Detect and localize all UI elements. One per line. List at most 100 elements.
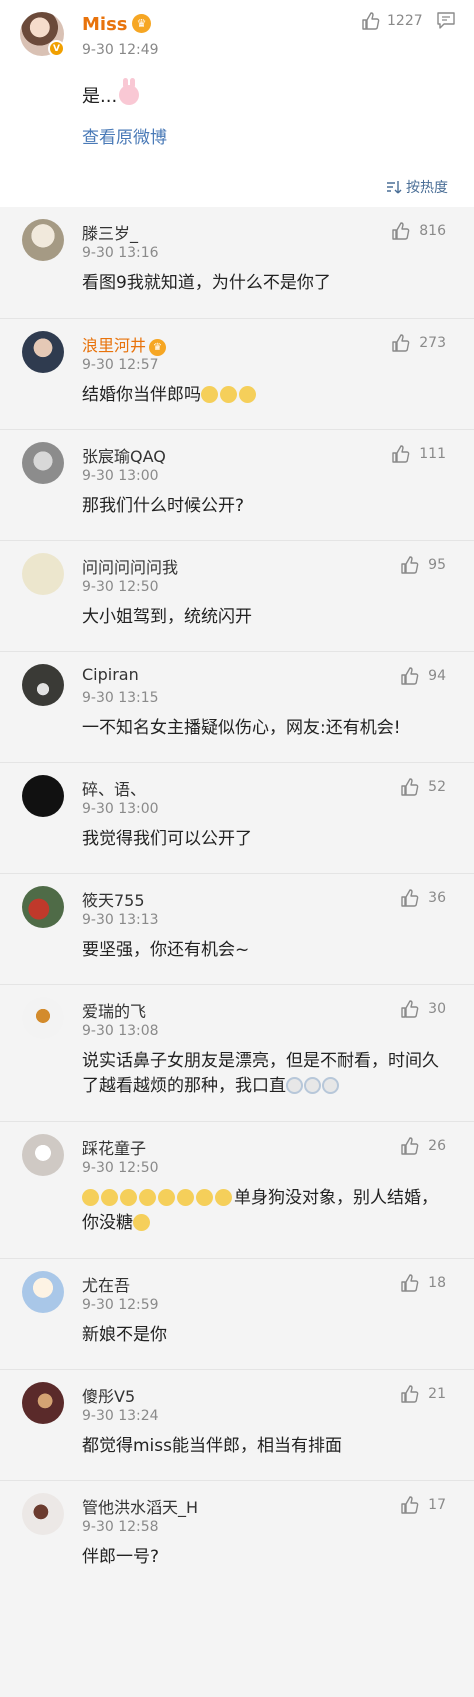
cat-emoji-icon	[120, 1189, 137, 1206]
commenter-name[interactable]: 踩花童子	[82, 1135, 146, 1159]
post-text-content: 是...	[82, 86, 118, 107]
comment-like-button[interactable]: 52	[400, 777, 446, 797]
comment-like-count: 26	[428, 1138, 446, 1154]
comment-like-button[interactable]: 18	[400, 1273, 446, 1293]
commenter-avatar[interactable]	[22, 886, 64, 928]
comment-like-count: 816	[419, 223, 446, 239]
comment-like-button[interactable]: 26	[400, 1136, 446, 1156]
commenter-avatar[interactable]	[22, 1382, 64, 1424]
commenter-avatar[interactable]	[22, 1134, 64, 1176]
commenter-avatar[interactable]	[22, 553, 64, 595]
commenter-name[interactable]: 浪里河井 ♛	[82, 332, 167, 356]
comment-time: 9-30 13:15	[82, 690, 159, 706]
comment-like-button[interactable]: 21	[400, 1384, 446, 1404]
crying-emoji-icon	[304, 1077, 321, 1094]
crown-icon: ♛	[132, 14, 151, 33]
comment-item: 尤在吾 9-30 12:59 18 新娘不是你	[0, 1258, 474, 1369]
comment-text-content: 结婚你当伴郎吗	[82, 385, 201, 405]
commenter-avatar[interactable]	[22, 1271, 64, 1313]
comment-time: 9-30 13:24	[82, 1408, 159, 1424]
comment-like-button[interactable]: 36	[400, 888, 446, 908]
commenter-avatar[interactable]	[22, 1493, 64, 1535]
comment-like-count: 17	[428, 1497, 446, 1513]
comment-like-button[interactable]: 17	[400, 1495, 446, 1515]
comment-like-count: 111	[419, 446, 446, 462]
comment-time: 9-30 13:00	[82, 468, 159, 484]
comment-time: 9-30 12:57	[82, 357, 159, 373]
cat-emoji-icon	[239, 386, 256, 403]
commenter-name[interactable]: 管他洪水滔天_H	[82, 1494, 198, 1518]
post-text: 是...	[82, 78, 140, 108]
commenter-avatar[interactable]	[22, 219, 64, 261]
commenter-name[interactable]: 问问问问问我	[82, 554, 178, 578]
commenter-name[interactable]: Cipiran	[82, 665, 139, 684]
comment-text: 单身狗没对象，别人结婚，你没糖	[82, 1186, 452, 1236]
commenter-name-text: 浪里河井	[82, 336, 147, 355]
cat-emoji-icon	[196, 1189, 213, 1206]
comment-text: 结婚你当伴郎吗	[82, 383, 452, 408]
comment-like-count: 94	[428, 668, 446, 684]
commenter-avatar[interactable]	[22, 331, 64, 373]
thumbs-up-icon	[400, 1273, 420, 1293]
thumbs-up-icon	[400, 999, 420, 1019]
comment-item: 浪里河井 ♛ 9-30 12:57 273 结婚你当伴郎吗	[0, 318, 474, 429]
post-time: 9-30 12:49	[82, 42, 159, 58]
comment-text: 看图9我就知道，为什么不是你了	[82, 273, 331, 293]
comment-item: Cipiran 9-30 13:15 94 一不知名女主播疑似伤心，网友:还有机…	[0, 651, 474, 762]
thumbs-up-icon	[400, 666, 420, 686]
comment-time: 9-30 12:50	[82, 1160, 159, 1176]
thumbs-up-icon	[400, 1384, 420, 1404]
comment-item: 张宸瑜QAQ 9-30 13:00 111 那我们什么时候公开?	[0, 429, 474, 540]
cat-emoji-icon	[177, 1189, 194, 1206]
comment-like-button[interactable]: 273	[391, 333, 446, 353]
comment-like-button[interactable]: 816	[391, 221, 446, 241]
crying-emoji-icon	[322, 1077, 339, 1094]
post-author-name[interactable]: Miss	[82, 14, 128, 35]
thumbs-up-icon	[391, 333, 411, 353]
comment-like-count: 18	[428, 1275, 446, 1291]
crown-icon: ♛	[149, 339, 167, 356]
comment-like-button[interactable]: 111	[391, 444, 446, 464]
crying-emoji-icon	[286, 1077, 303, 1094]
comment-like-button[interactable]: 94	[400, 666, 446, 686]
commenter-name[interactable]: 傻彤V5	[82, 1383, 135, 1407]
verified-badge-icon: V	[48, 40, 65, 57]
commenter-avatar[interactable]	[22, 664, 64, 706]
commenter-avatar[interactable]	[22, 775, 64, 817]
commenter-avatar[interactable]	[22, 997, 64, 1039]
commenter-name[interactable]: 滕三岁_	[82, 220, 138, 244]
comment-list: 滕三岁_ 9-30 13:16 816 看图9我就知道，为什么不是你了 浪里河井…	[0, 207, 474, 1697]
view-original-link[interactable]: 查看原微博	[82, 123, 167, 148]
comment-like-count: 273	[419, 335, 446, 351]
commenter-avatar[interactable]	[22, 442, 64, 484]
commenter-name[interactable]: 尤在吾	[82, 1272, 130, 1296]
comment-text: 伴郎一号?	[82, 1547, 160, 1567]
comment-text: 说实话鼻子女朋友是漂亮，但是不耐看，时间久了越看越烦的那种，我口直	[82, 1049, 452, 1099]
commenter-name[interactable]: 爱瑞的飞	[82, 998, 146, 1022]
comment-like-count: 52	[428, 779, 446, 795]
comment-like-count: 95	[428, 557, 446, 573]
commenter-name[interactable]: 碎、语、	[82, 776, 146, 800]
sort-label: 按热度	[406, 180, 448, 196]
cat-emoji-icon	[220, 386, 237, 403]
commenter-name[interactable]: 筱天755	[82, 887, 145, 911]
post-like-button[interactable]: 1227	[361, 11, 423, 31]
comment-item: 踩花童子 9-30 12:50 26 单身狗没对象，别人结婚，你没糖	[0, 1121, 474, 1258]
comment-item: 碎、语、 9-30 13:00 52 我觉得我们可以公开了	[0, 762, 474, 873]
thumbs-up-icon	[361, 11, 381, 31]
comment-time: 9-30 12:59	[82, 1297, 159, 1313]
thumbs-up-icon	[391, 444, 411, 464]
commenter-name[interactable]: 张宸瑜QAQ	[82, 443, 166, 467]
thumbs-up-icon	[400, 1136, 420, 1156]
comment-item: 爱瑞的飞 9-30 13:08 30 说实话鼻子女朋友是漂亮，但是不耐看，时间久…	[0, 984, 474, 1121]
comment-text: 我觉得我们可以公开了	[82, 829, 252, 849]
comment-time: 9-30 13:13	[82, 912, 159, 928]
comment-like-button[interactable]: 95	[400, 555, 446, 575]
comment-icon[interactable]	[436, 10, 456, 30]
comment-item: 管他洪水滔天_H 9-30 12:58 17 伴郎一号?	[0, 1480, 474, 1591]
comment-text: 都觉得miss能当伴郎，相当有排面	[82, 1436, 342, 1456]
thumbs-up-icon	[400, 555, 420, 575]
sort-by-heat-button[interactable]: 按热度	[386, 177, 448, 197]
comment-like-button[interactable]: 30	[400, 999, 446, 1019]
sort-icon	[386, 180, 402, 194]
